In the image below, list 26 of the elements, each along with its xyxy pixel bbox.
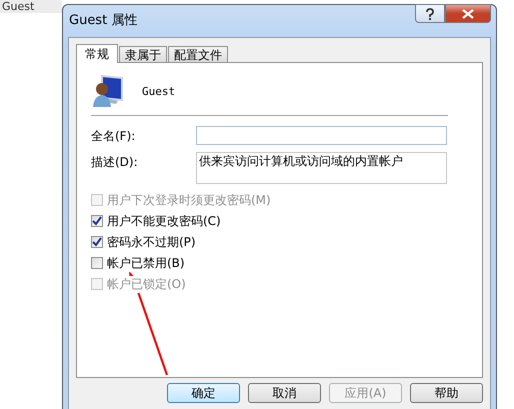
input-field[interactable]: [196, 126, 447, 145]
help-button[interactable]: [415, 4, 445, 23]
user-icon: [92, 74, 126, 108]
checkbox-label: 密码永不过期(P): [107, 234, 196, 250]
field-label: 全名(F):: [91, 128, 136, 145]
close-icon: [462, 8, 474, 18]
tab[interactable]: 常规: [76, 44, 118, 63]
checkbox-label: 用户不能更改密码(C): [107, 212, 221, 230]
checkbox-label: 帐户已锁定(O): [107, 276, 186, 292]
dialog-button[interactable]: 确定: [167, 383, 240, 403]
input-field[interactable]: 供来宾访问计算机或访问域的内置帐户: [196, 152, 447, 184]
tab[interactable]: 隶属于: [119, 46, 167, 62]
list-item[interactable]: Guest: [0, 0, 62, 13]
window-title: Guest 属性: [69, 12, 138, 29]
checkbox[interactable]: [91, 257, 103, 269]
checkbox-label: 用户下次登录时须更改密码(M): [107, 192, 271, 208]
dialog-button[interactable]: 帮助: [410, 383, 483, 403]
checkbox[interactable]: [91, 236, 103, 248]
field-label: 描述(D):: [91, 154, 139, 171]
dialog-button[interactable]: 取消: [248, 383, 321, 403]
checkbox-label: 帐户已禁用(B): [107, 254, 185, 272]
tab[interactable]: 配置文件: [168, 46, 228, 62]
help-icon: [425, 8, 435, 20]
user-name: Guest: [142, 84, 176, 98]
close-button[interactable]: [445, 4, 491, 23]
checkbox[interactable]: [91, 215, 103, 227]
